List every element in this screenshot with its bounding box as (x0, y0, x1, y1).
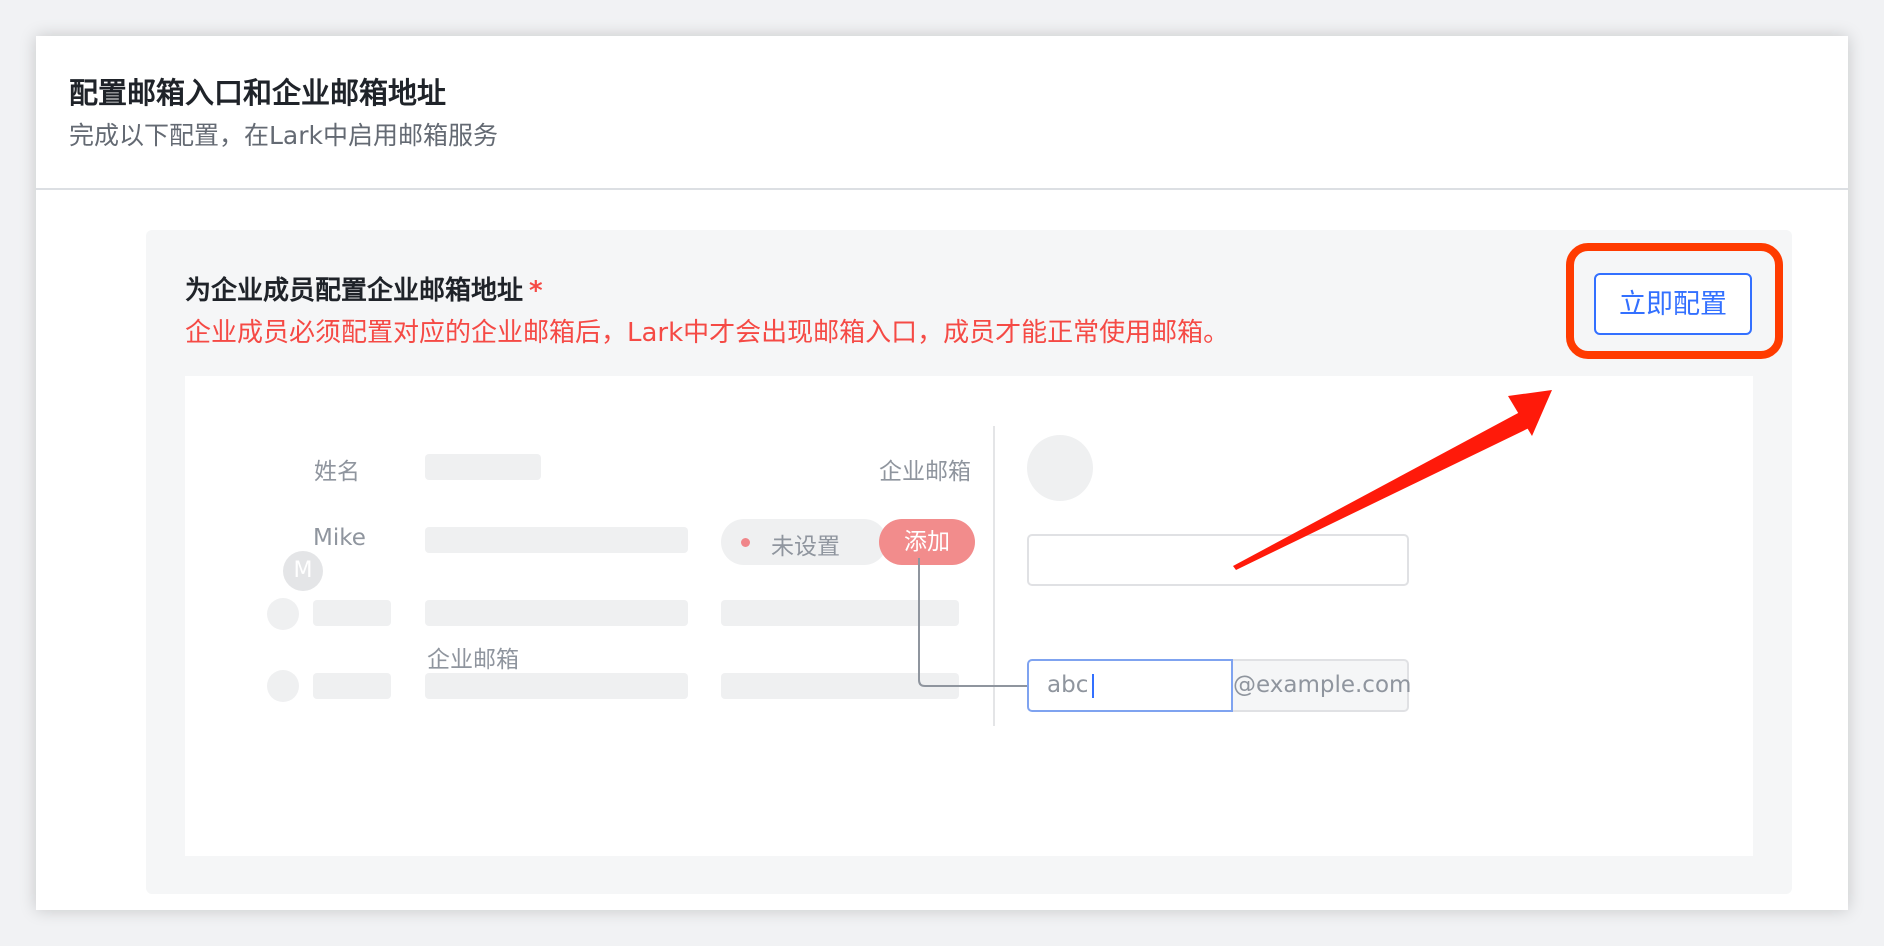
status-dot-icon (741, 538, 750, 547)
avatar-large (1027, 435, 1093, 501)
section-title: 为企业成员配置企业邮箱地址 * (185, 270, 543, 307)
email-address-panel: 为企业成员配置企业邮箱地址 * 企业成员必须配置对应的企业邮箱后，Lark中才会出… (146, 230, 1792, 894)
section-warning: 企业成员必须配置对应的企业邮箱后，Lark中才会出现邮箱入口，成员才能正常使用邮… (185, 318, 1230, 348)
vertical-divider (993, 426, 995, 726)
name-field[interactable] (1027, 534, 1409, 586)
placeholder-bar (313, 673, 391, 699)
card-header: 配置邮箱入口和企业邮箱地址 完成以下配置，在Lark中启用邮箱服务 (36, 36, 1848, 190)
email-domain-addon: @example.com (1233, 659, 1411, 712)
email-column-label: 企业邮箱 (879, 459, 971, 485)
add-email-button[interactable]: 添加 (879, 519, 975, 565)
page-title: 配置邮箱入口和企业邮箱地址 (69, 76, 447, 110)
status-text: 未设置 (771, 534, 840, 560)
placeholder-bar (721, 600, 959, 626)
inline-email-label: 企业邮箱 (427, 647, 519, 673)
page-subtitle: 完成以下配置，在Lark中启用邮箱服务 (69, 121, 499, 150)
avatar (267, 598, 299, 630)
connector-line (918, 558, 1027, 687)
avatar: M (283, 551, 323, 591)
preview-illustration: 姓名 企业邮箱 M Mike 未设置 添加 企业邮箱 abc @example.… (185, 376, 1753, 856)
placeholder-bar (425, 600, 688, 626)
configure-now-button[interactable]: 立即配置 (1594, 273, 1752, 335)
placeholder-bar (425, 454, 541, 480)
email-local-value: abc (1047, 672, 1089, 698)
config-card: 配置邮箱入口和企业邮箱地址 完成以下配置，在Lark中启用邮箱服务 为企业成员配… (36, 36, 1848, 910)
placeholder-bar (425, 673, 688, 699)
required-mark: * (529, 276, 543, 306)
placeholder-bar (721, 673, 959, 699)
text-cursor-icon (1092, 673, 1095, 698)
placeholder-bar (313, 600, 391, 626)
section-title-text: 为企业成员配置企业邮箱地址 (185, 276, 524, 306)
placeholder-bar (425, 527, 688, 553)
name-column-label: 姓名 (314, 459, 360, 485)
member-name: Mike (313, 525, 366, 551)
email-local-input[interactable]: abc (1027, 659, 1233, 712)
status-badge: 未设置 (721, 519, 887, 565)
avatar (267, 670, 299, 702)
